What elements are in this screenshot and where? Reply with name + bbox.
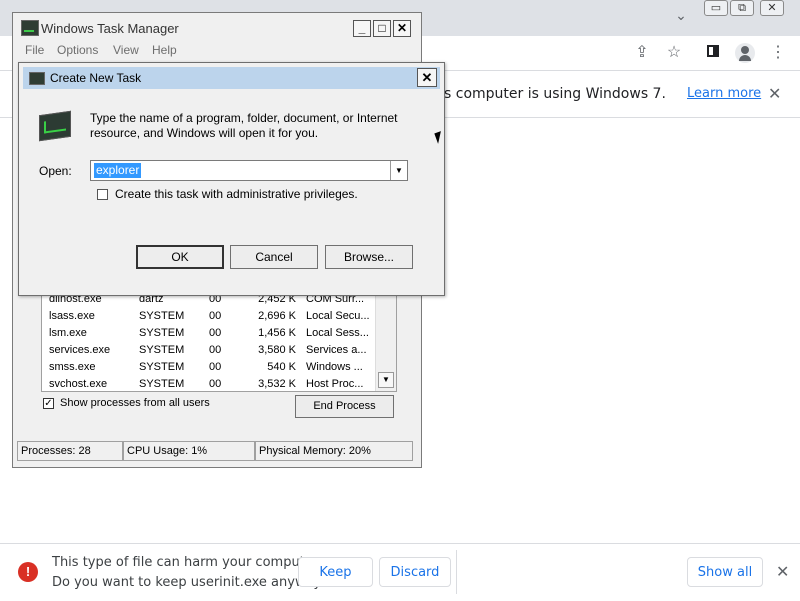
end-process-button[interactable]: End Process — [295, 395, 394, 418]
table-row[interactable]: svchost.exe SYSTEM 00 3,532 K Host Proc.… — [42, 376, 372, 391]
tm-close-button[interactable]: ✕ — [393, 20, 411, 37]
open-input[interactable]: explorer — [94, 163, 142, 178]
status-physical-memory: Physical Memory: 20% — [255, 441, 413, 461]
ok-button[interactable]: OK — [136, 245, 224, 269]
show-all-users-checkbox[interactable]: ✓ — [43, 398, 54, 409]
process-user: SYSTEM — [139, 361, 185, 373]
create-new-task-dialog: Create New Task ✕ Type the name of a pro… — [18, 62, 445, 296]
admin-privileges-checkbox[interactable] — [97, 189, 108, 200]
process-name: lsm.exe — [49, 327, 87, 339]
task-manager-title: Windows Task Manager — [41, 21, 179, 36]
dropdown-arrow-icon[interactable]: ▼ — [390, 161, 407, 180]
table-row[interactable]: smss.exe SYSTEM 00 540 K Windows ... — [42, 359, 372, 376]
run-dialog-icon — [29, 72, 45, 85]
run-program-icon — [39, 110, 71, 142]
process-memory: 3,580 K — [258, 344, 296, 356]
process-description: Host Proc... — [306, 378, 364, 390]
browser-restore-button[interactable]: ⧉ — [730, 0, 754, 16]
status-processes: Processes: 28 — [17, 441, 123, 461]
process-name: lsass.exe — [49, 310, 95, 322]
show-all-button[interactable]: Show all — [687, 557, 763, 587]
process-description: Windows ... — [306, 361, 363, 373]
sidebar-icon[interactable] — [702, 42, 724, 64]
open-combobox[interactable]: explorer ▼ — [90, 160, 408, 181]
admin-privileges-label: Create this task with administrative pri… — [115, 187, 358, 201]
scroll-down-arrow-icon[interactable]: ▼ — [378, 372, 394, 388]
share-icon[interactable]: ⇪ — [631, 42, 653, 64]
process-description: Local Secu... — [306, 310, 370, 322]
profile-icon[interactable] — [734, 42, 756, 64]
shelf-divider — [456, 550, 457, 594]
download-warning-line2: Do you want to keep userinit.exe anyway? — [52, 575, 329, 590]
browse-button[interactable]: Browse... — [325, 245, 413, 269]
process-user: SYSTEM — [139, 378, 185, 390]
process-cpu: 00 — [209, 378, 222, 390]
process-memory: 2,696 K — [258, 310, 296, 322]
download-warning-line1: This type of file can harm your computer… — [52, 555, 322, 570]
task-manager-titlebar[interactable]: Windows Task Manager _ □ ✕ — [13, 13, 421, 41]
process-list-scrollbar[interactable]: ▼ — [375, 291, 396, 391]
process-cpu: 00 — [209, 361, 222, 373]
status-cpu-usage: CPU Usage: 1% — [123, 441, 255, 461]
process-user: SYSTEM — [139, 310, 185, 322]
info-bar-close-icon[interactable]: ✕ — [768, 84, 781, 104]
cancel-button[interactable]: Cancel — [230, 245, 318, 269]
process-name: services.exe — [49, 344, 111, 356]
process-memory: 540 K — [267, 361, 296, 373]
discard-button[interactable]: Discard — [379, 557, 451, 587]
process-cpu: 00 — [209, 327, 222, 339]
process-cpu: 00 — [209, 310, 222, 322]
process-name: svchost.exe — [49, 378, 108, 390]
learn-more-link[interactable]: Learn more — [687, 86, 761, 101]
dialog-close-button[interactable]: ✕ — [417, 68, 437, 87]
browser-close-button[interactable]: ✕ — [760, 0, 784, 16]
star-icon[interactable]: ☆ — [663, 42, 685, 64]
open-label: Open: — [39, 164, 72, 178]
process-description: Services a... — [306, 344, 367, 356]
tm-minimize-button[interactable]: _ — [353, 20, 371, 37]
keep-button[interactable]: Keep — [298, 557, 373, 587]
shelf-close-icon[interactable]: ✕ — [776, 562, 789, 582]
danger-warning-icon: ! — [18, 562, 38, 582]
menu-view[interactable]: View — [113, 43, 139, 57]
process-user: SYSTEM — [139, 344, 185, 356]
dialog-description: Type the name of a program, folder, docu… — [90, 111, 398, 140]
menu-file[interactable]: File — [25, 43, 44, 57]
table-row[interactable]: services.exe SYSTEM 00 3,580 K Services … — [42, 342, 372, 359]
menu-options[interactable]: Options — [57, 43, 98, 57]
menu-icon[interactable]: ⋮ — [767, 42, 789, 64]
table-row[interactable]: lsass.exe SYSTEM 00 2,696 K Local Secu..… — [42, 308, 372, 325]
browser-minimize-button[interactable]: ▭ — [704, 0, 728, 16]
process-memory: 3,532 K — [258, 378, 296, 390]
dialog-title: Create New Task — [50, 71, 142, 85]
process-description: Local Sess... — [306, 327, 369, 339]
process-list[interactable]: dllhost.exe dartz 00 2,452 K COM Surr...… — [41, 290, 397, 392]
table-row[interactable]: lsm.exe SYSTEM 00 1,456 K Local Sess... — [42, 325, 372, 342]
process-name: smss.exe — [49, 361, 96, 373]
tm-maximize-button[interactable]: □ — [373, 20, 391, 37]
tab-search-chevron-icon[interactable]: ⌄ — [672, 6, 690, 24]
process-cpu: 00 — [209, 344, 222, 356]
show-all-users-label: Show processes from all users — [60, 397, 210, 409]
dialog-titlebar[interactable]: Create New Task ✕ — [23, 67, 440, 89]
menu-help[interactable]: Help — [152, 43, 177, 57]
task-manager-icon — [21, 20, 39, 36]
info-bar-message: s computer is using Windows 7. — [444, 86, 666, 102]
process-memory: 1,456 K — [258, 327, 296, 339]
process-user: SYSTEM — [139, 327, 185, 339]
